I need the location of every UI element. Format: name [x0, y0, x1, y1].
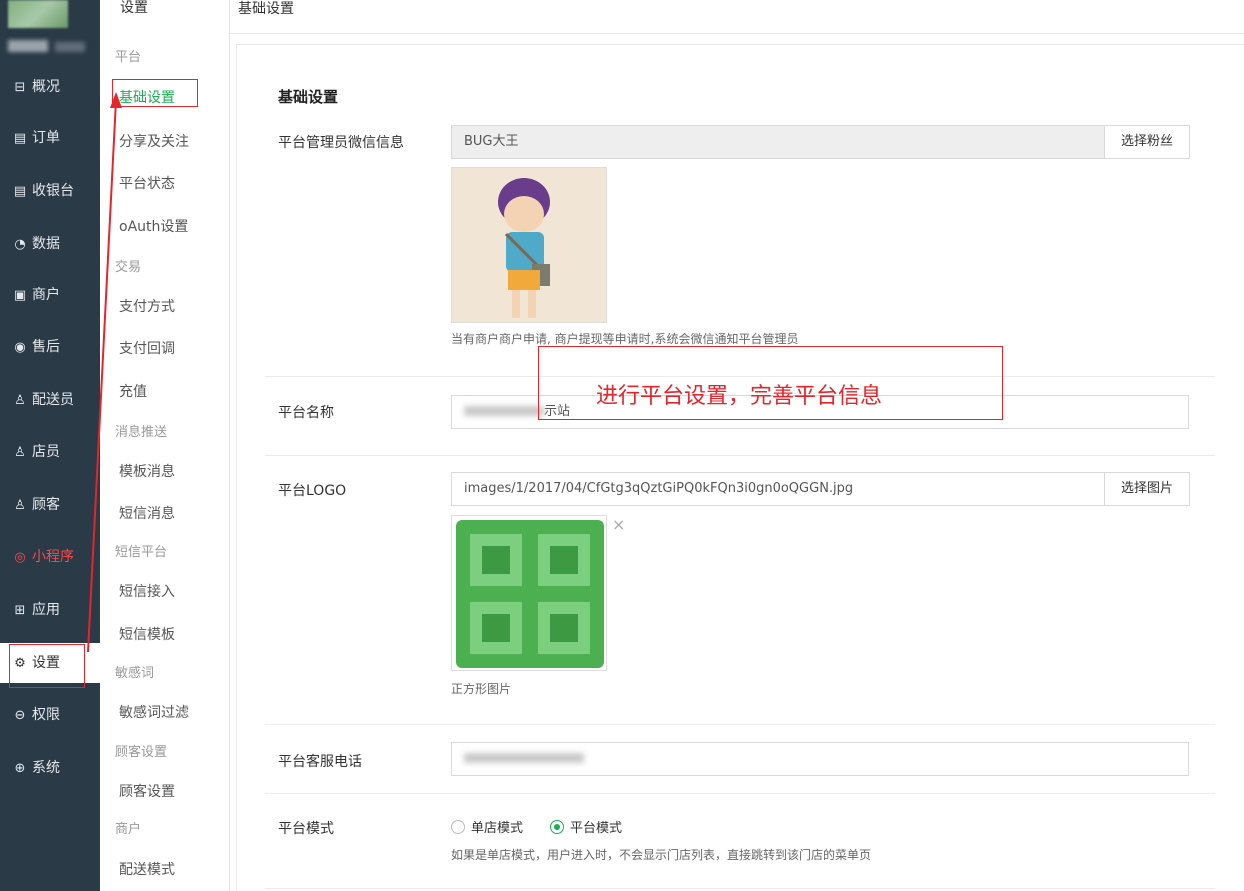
annotation-arrow — [87, 92, 122, 653]
annotation-arrowhead — [110, 92, 122, 108]
annotation-arrow-line — [87, 99, 117, 653]
